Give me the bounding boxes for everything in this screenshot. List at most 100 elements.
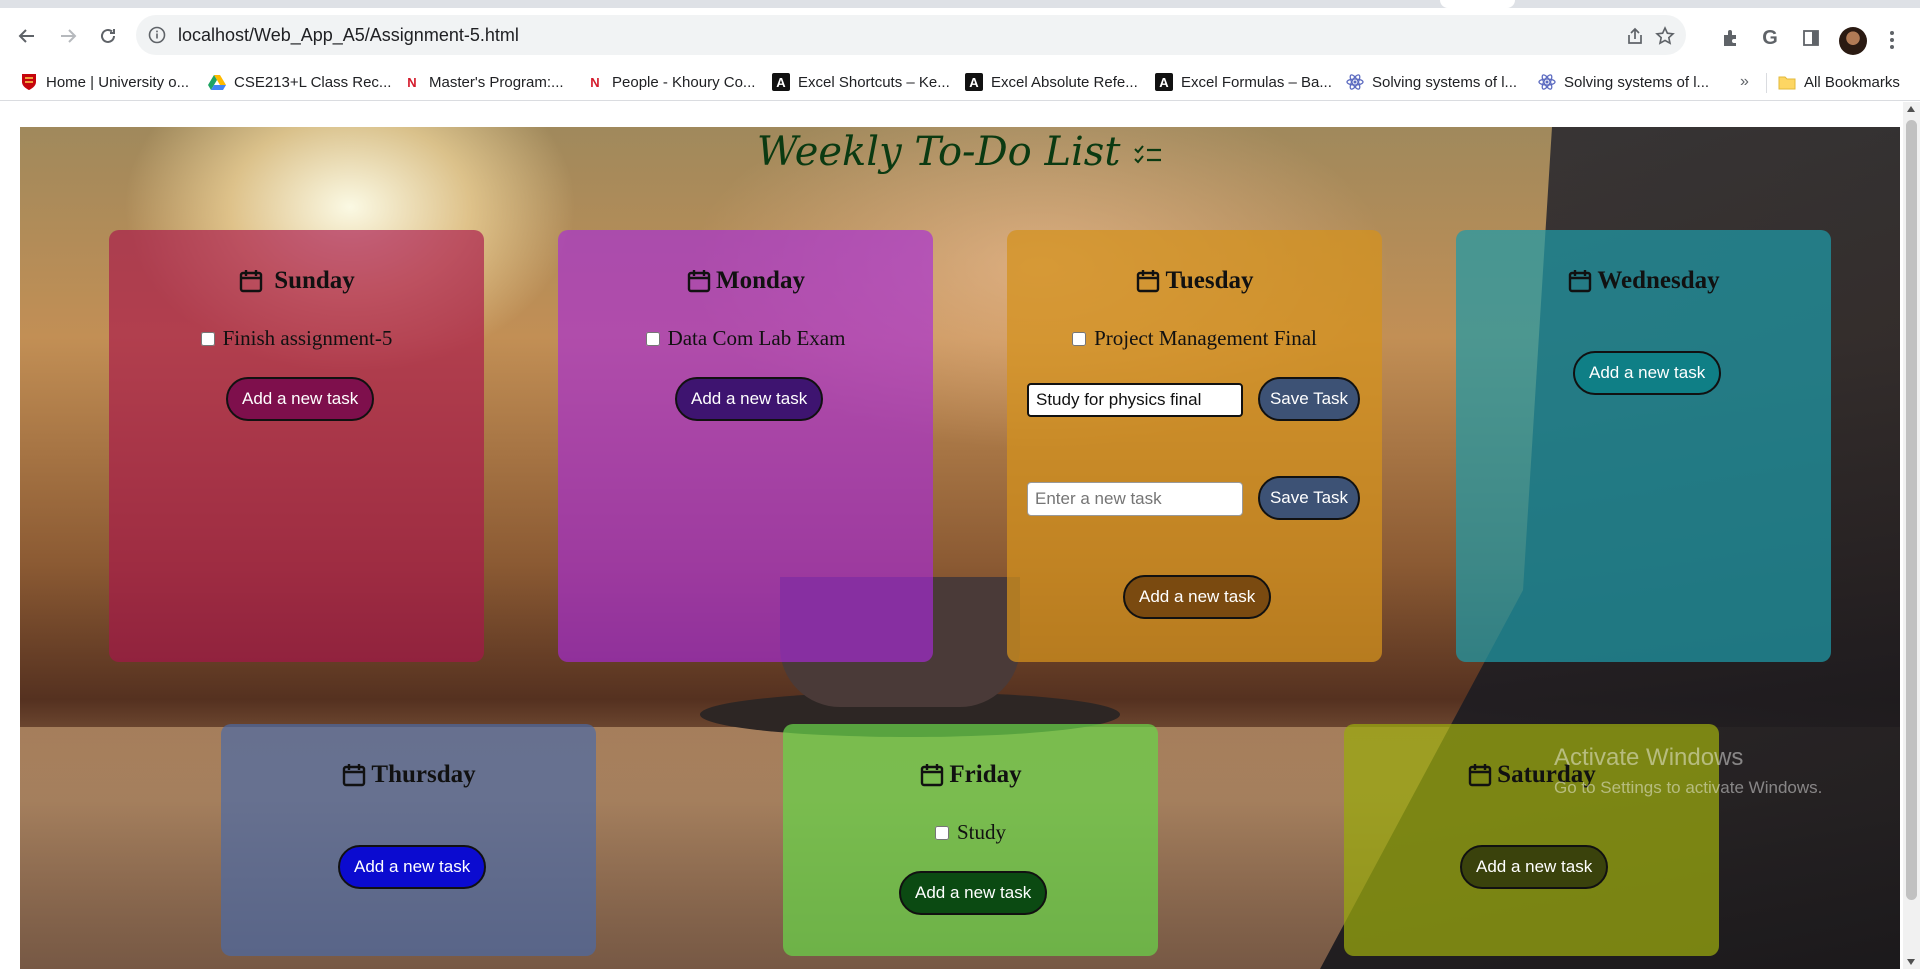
bookmark-item[interactable]: Solving systems of l... (1346, 69, 1517, 95)
add-task-button[interactable]: Add a new task (1460, 845, 1609, 889)
day-name: Friday (949, 761, 1022, 788)
day-name: Wednesday (1597, 267, 1720, 294)
scroll-up-arrow-icon[interactable] (1907, 106, 1915, 112)
add-task-button[interactable]: Add a new task (226, 377, 375, 421)
reload-icon (101, 28, 115, 43)
page-title-text: Weekly To-Do List (756, 129, 1121, 175)
profile-avatar[interactable] (1839, 27, 1867, 55)
all-bookmarks-label: All Bookmarks (1804, 73, 1900, 91)
extensions-puzzle-icon[interactable] (1719, 26, 1743, 50)
bookmark-label: Home | University o... (46, 73, 190, 91)
new-task-input[interactable] (1027, 383, 1243, 417)
task-checkbox[interactable] (200, 331, 215, 346)
bookmark-label: Solving systems of l... (1372, 73, 1518, 91)
url-text[interactable]: localhost/Web_App_A5/Assignment-5.html (178, 25, 519, 46)
save-task-button[interactable]: Save Task (1258, 476, 1360, 520)
google-extension-icon[interactable]: G (1758, 26, 1782, 50)
address-bar[interactable]: localhost/Web_App_A5/Assignment-5.html (136, 15, 1686, 55)
watermark-subtitle: Go to Settings to activate Windows. (1554, 778, 1823, 797)
day-card-thursday: Thursday Add a new task (221, 724, 596, 956)
bookmark-label: Solving systems of l... (1564, 73, 1710, 91)
day-name: Sunday (274, 267, 355, 294)
excel-jet-icon: A (965, 73, 983, 91)
bookmarks-bar: Home | University o... CSE213+L Class Re… (0, 63, 1920, 101)
page-viewport: Weekly To-Do List Sunday Finish assignme… (0, 102, 1920, 969)
day-header: Wednesday (1456, 267, 1831, 295)
forward-button[interactable] (54, 22, 82, 50)
back-arrow-icon (18, 29, 34, 43)
bookmark-item[interactable]: A Excel Absolute Refe... (965, 69, 1138, 95)
bookmark-label: CSE213+L Class Rec... (234, 73, 392, 91)
scrollbar-thumb[interactable] (1906, 120, 1917, 900)
bookmark-label: Excel Formulas – Ba... (1181, 73, 1332, 91)
bookmark-item[interactable]: Home | University o... (20, 69, 189, 95)
day-header: Sunday (109, 267, 484, 295)
task-text: Data Com Lab Exam (667, 326, 846, 350)
checklist-icon (1134, 145, 1162, 164)
new-task-input[interactable] (1027, 482, 1243, 516)
university-crest-icon (20, 73, 38, 91)
bookmark-item[interactable]: N People - Khoury Co... (586, 69, 755, 95)
browser-menu-icon[interactable] (1882, 26, 1902, 54)
task-item: Finish assignment-5 (109, 326, 484, 351)
add-task-button[interactable]: Add a new task (899, 871, 1048, 915)
add-task-button[interactable]: Add a new task (675, 377, 824, 421)
task-item: Data Com Lab Exam (558, 326, 933, 351)
bookmark-item[interactable]: CSE213+L Class Rec... (208, 69, 391, 95)
calendar-icon (343, 764, 366, 787)
reload-button[interactable] (94, 22, 122, 50)
day-header: Monday (558, 267, 933, 295)
save-task-button[interactable]: Save Task (1258, 377, 1360, 421)
bookmark-item[interactable]: N Master's Program:... (403, 69, 564, 95)
task-item: Project Management Final (1007, 326, 1382, 351)
task-text: Project Management Final (1094, 326, 1317, 350)
atom-icon (1538, 73, 1556, 91)
task-checkbox[interactable] (1072, 331, 1087, 346)
calendar-icon (1569, 270, 1592, 293)
back-button[interactable] (13, 22, 41, 50)
bookmark-item[interactable]: Solving systems of l... (1538, 69, 1709, 95)
bookmark-label: Excel Absolute Refe... (991, 73, 1138, 91)
day-name: Monday (716, 267, 805, 294)
calendar-icon (687, 270, 711, 293)
bookmark-item[interactable]: A Excel Shortcuts – Ke... (772, 69, 950, 95)
add-task-button[interactable]: Add a new task (1573, 351, 1722, 395)
all-bookmarks-folder[interactable]: All Bookmarks (1778, 69, 1900, 95)
add-task-button[interactable]: Add a new task (1123, 575, 1272, 619)
active-tab[interactable] (1440, 0, 1515, 8)
share-icon[interactable] (1624, 25, 1646, 47)
calendar-icon (921, 764, 944, 787)
day-card-sunday: Sunday Finish assignment-5 Add a new tas… (109, 230, 484, 662)
add-task-button[interactable]: Add a new task (338, 845, 487, 889)
day-header: Friday (783, 761, 1158, 789)
calendar-icon (239, 270, 263, 293)
page-title: Weekly To-Do List (20, 129, 1900, 175)
bookmark-item[interactable]: A Excel Formulas – Ba... (1155, 69, 1332, 95)
calendar-icon (1468, 764, 1492, 787)
task-checkbox[interactable] (934, 825, 949, 840)
day-header: Thursday (221, 761, 596, 789)
day-card-monday: Monday Data Com Lab Exam Add a new task (558, 230, 933, 662)
watermark-title: Activate Windows (1554, 744, 1744, 771)
more-bookmarks-chevron[interactable]: » (1740, 73, 1749, 91)
folder-icon (1778, 73, 1796, 91)
bookmarks-divider (1766, 73, 1767, 93)
excel-jet-icon: A (1155, 73, 1173, 91)
excel-jet-icon: A (772, 73, 790, 91)
side-panel-icon[interactable] (1799, 26, 1823, 50)
task-text: Finish assignment-5 (222, 326, 393, 350)
page-scrollbar[interactable] (1903, 102, 1920, 969)
day-card-friday: Friday Study Add a new task (783, 724, 1158, 956)
day-name: Thursday (371, 761, 476, 788)
activate-windows-watermark: Activate Windows Go to Settings to activ… (1554, 744, 1822, 798)
scroll-down-arrow-icon[interactable] (1907, 959, 1915, 965)
bookmark-star-icon[interactable] (1654, 25, 1676, 47)
site-info-icon[interactable] (148, 26, 166, 49)
calendar-icon (1137, 270, 1160, 293)
task-checkbox[interactable] (645, 331, 660, 346)
northeastern-n-icon: N (407, 74, 417, 90)
bookmark-label: Excel Shortcuts – Ke... (798, 73, 950, 91)
day-header: Tuesday (1007, 267, 1382, 295)
bookmark-label: Master's Program:... (429, 73, 564, 91)
bookmark-label: People - Khoury Co... (612, 73, 756, 91)
